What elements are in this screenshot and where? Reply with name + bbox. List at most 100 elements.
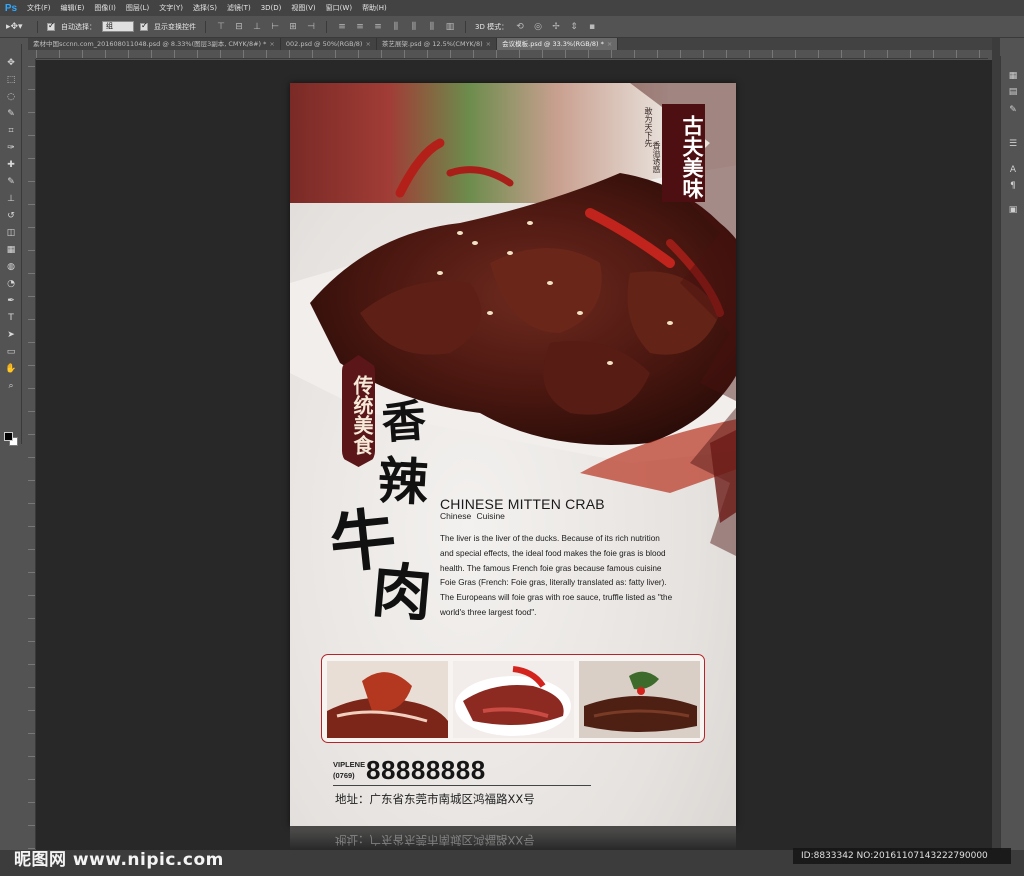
character-icon[interactable]: A — [1007, 164, 1019, 176]
tab-label: 会议模板.psd @ 33.3%(RGB/8) * — [502, 40, 604, 48]
healing-icon[interactable]: ✚ — [5, 160, 17, 171]
phone-label-bottom: (0769) — [333, 771, 355, 780]
dodge-icon[interactable]: ◔ — [5, 279, 17, 290]
phone-label-top: VIPLENE — [333, 760, 366, 769]
distribute-right-icon[interactable]: ⫼ — [426, 22, 438, 32]
auto-select-checkbox[interactable] — [47, 21, 55, 31]
menu-view[interactable]: 视图(V) — [286, 0, 320, 16]
dish-thumbnail-2 — [453, 661, 574, 738]
close-icon[interactable]: × — [607, 40, 612, 48]
show-transform-checkbox[interactable] — [140, 21, 148, 31]
distribute-top-icon[interactable]: ≡ — [336, 22, 348, 32]
scale-3d-icon[interactable]: ▪ — [586, 22, 598, 32]
poster-subtitle: Chinese Cuisine — [440, 511, 505, 521]
cube-icon[interactable]: ▣ — [1007, 204, 1019, 216]
divider — [333, 785, 591, 786]
hand-icon[interactable]: ✋ — [5, 364, 17, 375]
auto-select-label: 自动选择： — [61, 22, 96, 31]
menu-edit[interactable]: 编辑(E) — [56, 0, 90, 16]
align-vcenter-icon[interactable]: ⊟ — [233, 22, 245, 32]
move-icon[interactable]: ✥ — [5, 58, 17, 69]
horizontal-ruler[interactable] — [36, 50, 988, 59]
history-brush-icon[interactable]: ↺ — [5, 211, 17, 222]
separator — [205, 20, 206, 33]
zoom-icon[interactable]: ⌕ — [5, 381, 17, 392]
crop-icon[interactable]: ⌗ — [5, 126, 17, 137]
slide-3d-icon[interactable]: ⇕ — [568, 22, 580, 32]
separator — [37, 20, 38, 33]
distribute-bottom-icon[interactable]: ≡ — [372, 22, 384, 32]
vertical-ruler[interactable] — [28, 59, 36, 849]
distribute-hcenter-icon[interactable]: ⫼ — [408, 22, 420, 32]
history-icon[interactable]: ▦ — [1007, 70, 1019, 82]
rotate-3d-icon[interactable]: ⟲ — [514, 22, 526, 32]
quick-select-icon[interactable]: ✎ — [5, 109, 17, 120]
path-select-icon[interactable]: ➤ — [5, 330, 17, 341]
align-top-icon[interactable]: ⊤ — [215, 22, 227, 32]
menu-file[interactable]: 文件(F) — [22, 0, 56, 16]
brand-seal: 古夫美味 — [662, 104, 705, 202]
pen-icon[interactable]: ✒ — [5, 296, 17, 307]
right-panel-dock: ▦ ▤ ✎ ☰ A ¶ ▣ — [1000, 56, 1024, 850]
close-icon[interactable]: × — [365, 40, 370, 48]
close-icon[interactable]: × — [486, 40, 491, 48]
distribute-vcenter-icon[interactable]: ≡ — [354, 22, 366, 32]
photoshop-logo: Ps — [4, 2, 18, 14]
menu-filter[interactable]: 滤镜(T) — [222, 0, 256, 16]
align-bottom-icon[interactable]: ⊥ — [251, 22, 263, 32]
tab-label: 茶艺展架.psd @ 12.5%(CMYK/8) — [381, 40, 483, 48]
tab-document-2[interactable]: 002.psd @ 50%(RGB/8) × — [281, 38, 377, 50]
brush-icon[interactable]: ✎ — [5, 177, 17, 188]
tools-panel: ✥ ⬚ ◌ ✎ ⌗ ✑ ✚ ✎ ⊥ ↺ ◫ ▦ ◍ ◔ ✒ T ➤ ▭ ✋ ⌕ — [0, 44, 22, 446]
align-right-icon[interactable]: ⊣ — [305, 22, 317, 32]
lasso-icon[interactable]: ◌ — [5, 92, 17, 103]
poster-reflection: 地址：广东省东莞市南城区鸿福路XX号 — [290, 826, 736, 850]
panel-dock-strip — [992, 38, 1000, 850]
move-tool-preset-icon[interactable]: ▸✥▾ — [6, 20, 28, 34]
eraser-icon[interactable]: ◫ — [5, 228, 17, 239]
photoshop-window: Ps 文件(F) 编辑(E) 图像(I) 图层(L) 文字(Y) 选择(S) 滤… — [0, 0, 1024, 876]
align-hcenter-icon[interactable]: ⊞ — [287, 22, 299, 32]
distribute-left-icon[interactable]: ⫼ — [390, 22, 402, 32]
menu-bar: Ps 文件(F) 编辑(E) 图像(I) 图层(L) 文字(Y) 选择(S) 滤… — [0, 0, 1024, 16]
stamp-icon[interactable]: ⊥ — [5, 194, 17, 205]
menu-help[interactable]: 帮助(H) — [357, 0, 392, 16]
menu-layer[interactable]: 图层(L) — [121, 0, 154, 16]
close-icon[interactable]: × — [269, 40, 274, 48]
auto-align-icon[interactable]: ▥ — [444, 22, 456, 32]
tab-document-4[interactable]: 会议模板.psd @ 33.3%(RGB/8) * × — [497, 38, 619, 50]
properties-icon[interactable]: ▤ — [1007, 86, 1019, 98]
shape-icon[interactable]: ▭ — [5, 347, 17, 358]
menu-select[interactable]: 选择(S) — [188, 0, 222, 16]
tab-label: 素材中国sccnn.com_201608011048.psd @ 8.33%(图… — [33, 40, 267, 48]
blur-icon[interactable]: ◍ — [5, 262, 17, 273]
marquee-icon[interactable]: ⬚ — [5, 75, 17, 86]
dish-thumbnail-1 — [327, 661, 448, 738]
brush-panel-icon[interactable]: ✎ — [1007, 104, 1019, 116]
calligraphy-char-4: 肉 — [369, 555, 435, 631]
poster-document[interactable]: 敢为天下先 香溢诱惑 古夫美味 传统美食 香 辣 牛 肉 CHINESE MIT… — [290, 83, 736, 826]
gradient-icon[interactable]: ▦ — [5, 245, 17, 256]
reflection-address-text: 地址：广东省东莞市南城区鸿福路XX号 — [335, 833, 535, 847]
dish-thumbnails-frame — [321, 654, 705, 743]
mode-3d-label: 3D 模式： — [475, 22, 509, 31]
paragraph-icon[interactable]: ¶ — [1007, 180, 1019, 192]
menu-window[interactable]: 窗口(W) — [321, 0, 357, 16]
tab-document-3[interactable]: 茶艺展架.psd @ 12.5%(CMYK/8) × — [377, 38, 498, 50]
separator — [465, 20, 466, 33]
eyedropper-icon[interactable]: ✑ — [5, 143, 17, 154]
dish-thumbnail-3 — [579, 661, 700, 738]
phone-number: 88888888 — [366, 755, 486, 785]
menu-image[interactable]: 图像(I) — [89, 0, 121, 16]
text-icon[interactable]: T — [5, 313, 17, 324]
tab-document-1[interactable]: 素材中国sccnn.com_201608011048.psd @ 8.33%(图… — [28, 38, 281, 50]
drag-3d-icon[interactable]: ✢ — [550, 22, 562, 32]
menu-3d[interactable]: 3D(D) — [256, 0, 287, 16]
auto-select-dropdown[interactable]: 组 — [102, 21, 134, 32]
menu-type[interactable]: 文字(Y) — [154, 0, 188, 16]
adjust-icon[interactable]: ☰ — [1007, 138, 1019, 150]
foreground-color-swatch[interactable] — [4, 432, 13, 441]
roll-3d-icon[interactable]: ◎ — [532, 22, 544, 32]
align-left-icon[interactable]: ⊢ — [269, 22, 281, 32]
nipic-watermark-id: ID:8833342 NO:20161107143222790000 — [793, 848, 1011, 864]
